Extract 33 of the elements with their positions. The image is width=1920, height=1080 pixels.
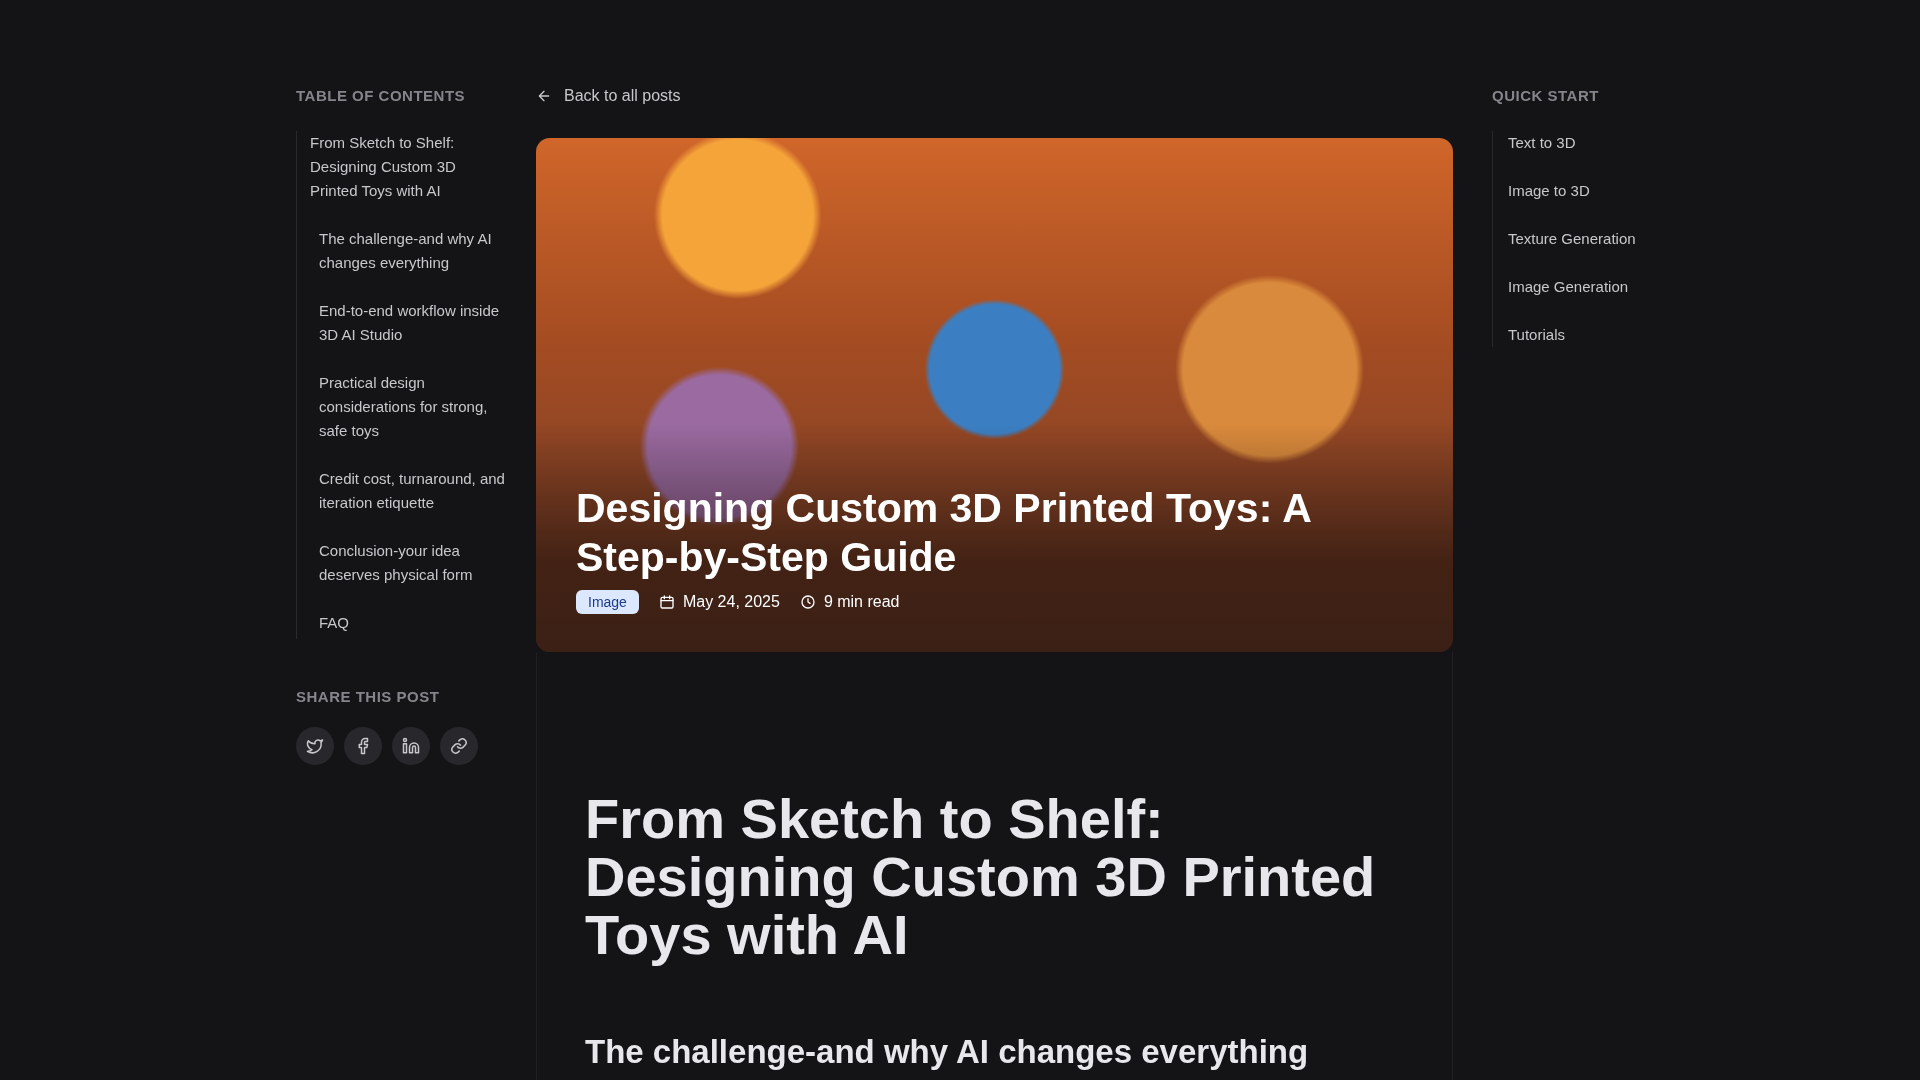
toc-link[interactable]: End-to-end workflow inside 3D AI Studio [297, 299, 506, 347]
twitter-icon [306, 737, 324, 755]
quick-start-link[interactable]: Image Generation [1493, 275, 1712, 299]
toc-link[interactable]: Credit cost, turnaround, and iteration etiquette [297, 467, 506, 515]
calendar-icon [658, 594, 675, 610]
toc-link[interactable]: Practical design considerations for strong, safe toys [297, 371, 506, 443]
linkedin-icon [402, 737, 420, 755]
quick-start-link[interactable]: Text to 3D [1493, 131, 1712, 155]
article-title: From Sketch to Shelf: Designing Custom 3D Printed Toys with AI [585, 790, 1377, 964]
quick-start-link[interactable]: Tutorials [1493, 323, 1712, 347]
toc-link[interactable]: From Sketch to Shelf: Designing Custom 3D Printed Toys with AI [297, 131, 506, 203]
quick-start-link[interactable]: Image to 3D [1493, 179, 1712, 203]
category-tag: Image [576, 590, 639, 614]
clock-icon [799, 594, 816, 610]
share-linkedin-button[interactable] [392, 727, 430, 765]
read-time: 9 min read [823, 593, 900, 611]
arrow-left-icon [536, 88, 552, 104]
quick-start-heading: QUICK START [1492, 86, 1600, 106]
section-heading: The challenge-and why AI changes everything [585, 1032, 1310, 1072]
post-date: May 24, 2025 [682, 593, 780, 611]
back-link[interactable]: Back to all posts [536, 86, 1453, 106]
share-twitter-button[interactable] [296, 727, 334, 765]
share-facebook-button[interactable] [344, 727, 382, 765]
share-link-button[interactable] [440, 727, 478, 765]
toc-link[interactable]: Conclusion-your idea deserves physical form [297, 539, 506, 587]
hero-title: Designing Custom 3D Printed Toys: A Step-by-Step Guide [576, 484, 1312, 582]
toc-link[interactable]: FAQ [297, 611, 506, 635]
toc-heading: TABLE OF CONTENTS [296, 86, 467, 106]
toc-link[interactable]: The challenge-and why AI changes everything [297, 227, 506, 275]
quick-start-link[interactable]: Texture Generation [1493, 227, 1712, 251]
link-icon [450, 737, 468, 755]
back-link-label: Back to all posts [564, 87, 681, 105]
share-heading: SHARE THIS POST [296, 687, 441, 707]
